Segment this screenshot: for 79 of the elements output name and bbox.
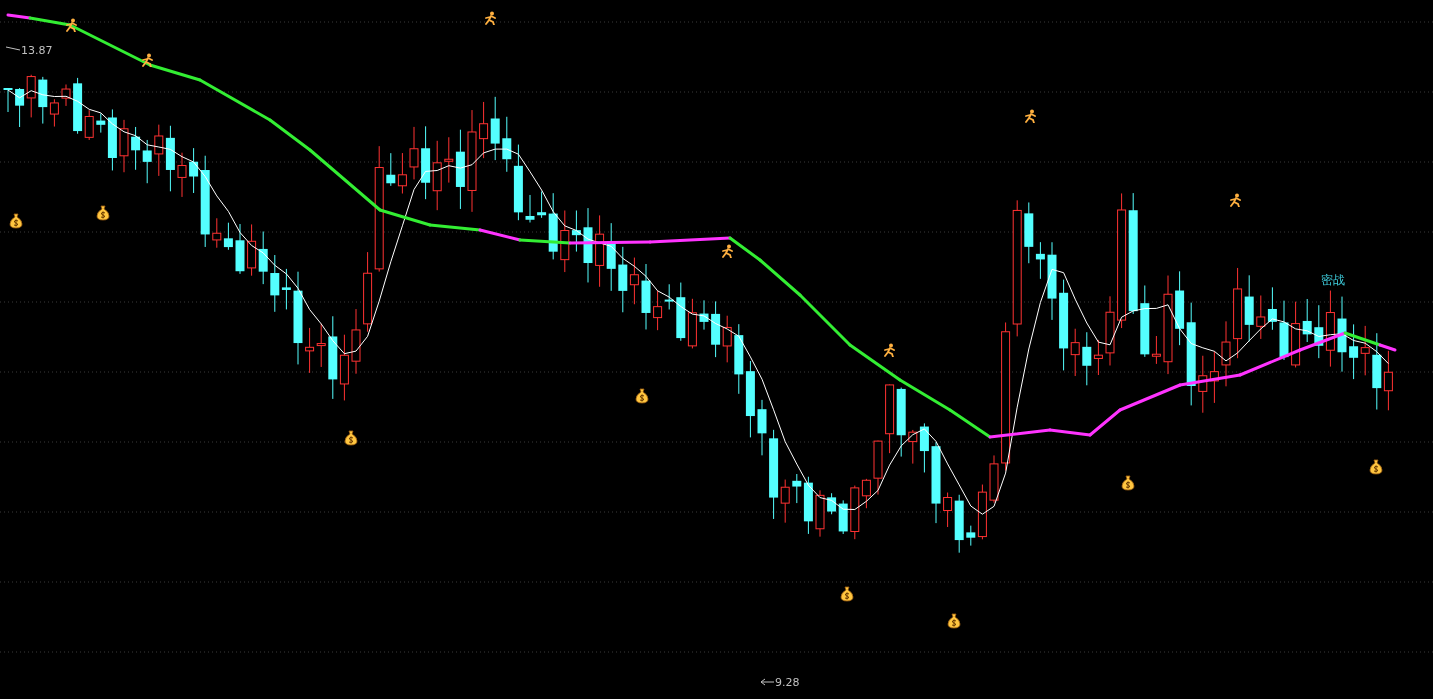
money-bag-icon bbox=[840, 586, 854, 602]
leader-line bbox=[760, 678, 775, 686]
candlestick bbox=[606, 222, 616, 292]
candlestick bbox=[1314, 304, 1324, 359]
runner-icon bbox=[141, 53, 155, 67]
candlestick bbox=[908, 429, 918, 465]
money-bag-icon bbox=[635, 388, 649, 404]
candlestick bbox=[432, 140, 442, 211]
candlestick bbox=[397, 152, 407, 194]
candlestick bbox=[711, 300, 721, 358]
runner-icon bbox=[65, 18, 79, 32]
candlestick bbox=[339, 334, 349, 401]
candlestick bbox=[177, 152, 187, 198]
money-bag-icon bbox=[947, 613, 961, 629]
candlestick bbox=[3, 87, 13, 113]
candlestick bbox=[131, 126, 141, 171]
candlestick bbox=[142, 139, 152, 184]
candlestick bbox=[281, 268, 291, 310]
candlestick bbox=[676, 282, 686, 342]
candlestick bbox=[1244, 274, 1254, 342]
candlestick bbox=[1209, 350, 1219, 404]
candlestick bbox=[641, 263, 651, 330]
candlestick bbox=[479, 101, 489, 159]
candlestick bbox=[1279, 300, 1289, 361]
candlestick bbox=[629, 257, 639, 305]
runner-icon bbox=[1024, 109, 1038, 123]
candlestick bbox=[270, 254, 280, 313]
candlestick bbox=[873, 440, 883, 496]
candlestick bbox=[1105, 295, 1115, 366]
candlestick bbox=[919, 422, 929, 473]
candlestick bbox=[885, 384, 895, 454]
candlestick bbox=[490, 96, 500, 161]
candlestick bbox=[165, 125, 175, 192]
candlestick bbox=[896, 387, 906, 458]
candlestick bbox=[316, 323, 326, 368]
candlestick bbox=[1360, 325, 1370, 376]
candlestick bbox=[734, 323, 744, 395]
candlestick bbox=[699, 299, 709, 331]
candlestick bbox=[235, 223, 245, 275]
candlestick bbox=[212, 217, 222, 249]
candlestick bbox=[502, 116, 512, 173]
candlestick bbox=[525, 194, 535, 223]
candlestick bbox=[1349, 323, 1359, 380]
candlestick bbox=[1221, 320, 1231, 387]
candlestick bbox=[351, 308, 361, 375]
runner-icon bbox=[1229, 193, 1243, 207]
candlestick bbox=[618, 246, 628, 313]
candlestick bbox=[1383, 350, 1393, 411]
candlestick bbox=[989, 454, 999, 504]
money-bag-icon bbox=[9, 213, 23, 229]
money-bag-icon bbox=[96, 205, 110, 221]
candlestick bbox=[258, 231, 268, 285]
candlestick bbox=[722, 315, 732, 363]
candlestick bbox=[409, 126, 419, 180]
candlestick bbox=[247, 223, 257, 277]
candlestick bbox=[1267, 286, 1277, 331]
money-bag-icon bbox=[1369, 459, 1383, 475]
leader-line bbox=[5, 46, 21, 51]
money-bag-icon bbox=[344, 430, 358, 446]
runner-icon bbox=[721, 244, 735, 258]
candlestick bbox=[305, 327, 315, 374]
runner-icon bbox=[883, 343, 897, 357]
candlestick bbox=[757, 399, 767, 456]
candlestick bbox=[26, 74, 36, 118]
candlestick bbox=[154, 124, 164, 177]
candlestick bbox=[386, 152, 396, 187]
candlestick bbox=[687, 298, 697, 349]
runner-icon bbox=[484, 11, 498, 25]
price-label: 13.87 bbox=[21, 45, 53, 56]
price-label: 9.28 bbox=[775, 677, 800, 688]
candlestick bbox=[1198, 355, 1208, 414]
money-bag-icon bbox=[1121, 475, 1135, 491]
candlestick bbox=[119, 119, 129, 173]
candlestick bbox=[815, 489, 825, 538]
signal-label: 密战 bbox=[1321, 274, 1345, 286]
candlestick bbox=[1256, 295, 1266, 340]
candlestick bbox=[61, 84, 71, 107]
candlestick bbox=[15, 87, 25, 128]
candlestick bbox=[223, 222, 233, 251]
